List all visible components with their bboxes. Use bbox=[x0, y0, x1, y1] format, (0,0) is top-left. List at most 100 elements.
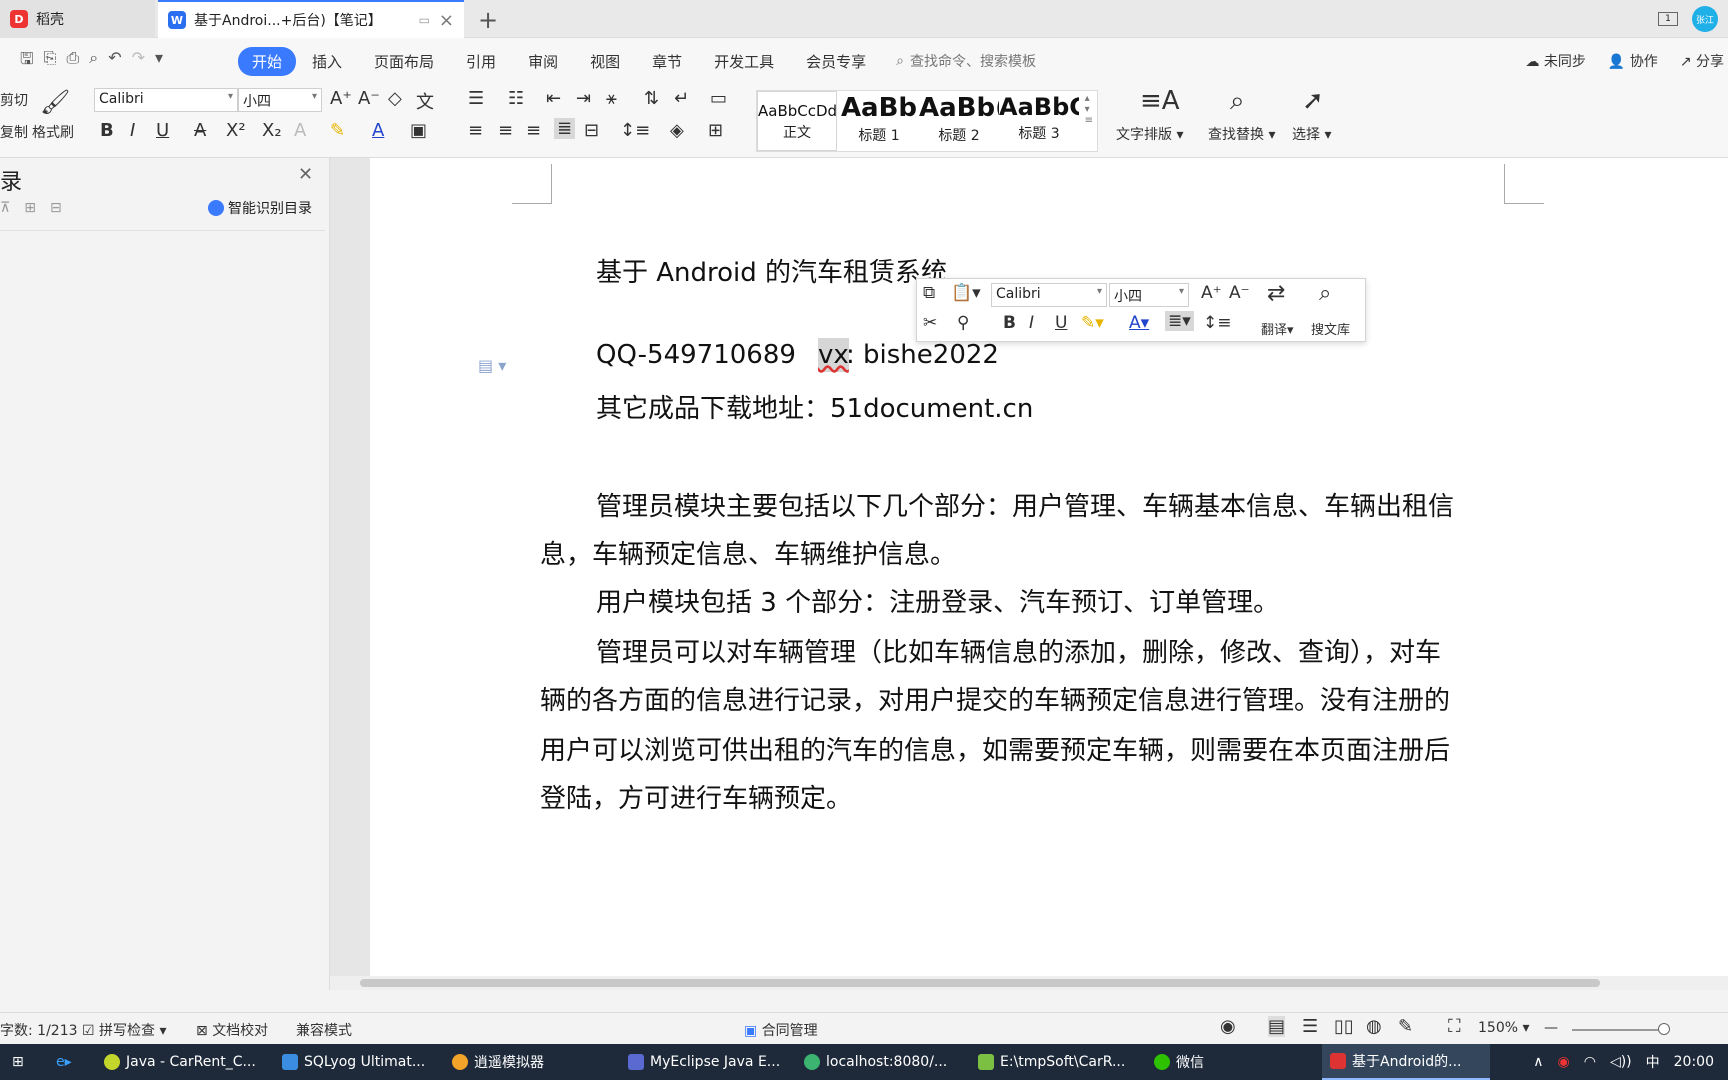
record-icon[interactable]: ◉ bbox=[1558, 1054, 1570, 1070]
tab-docer-home[interactable]: D 稻壳 bbox=[0, 0, 155, 38]
ie-icon[interactable]: e▸ bbox=[48, 1044, 80, 1080]
print-preview-icon[interactable]: ⌕ bbox=[89, 48, 98, 75]
taskbar-item-emulator[interactable]: 逍遥模拟器 bbox=[444, 1044, 552, 1080]
clear-format-icon[interactable]: ◇ bbox=[388, 88, 402, 109]
doc-para3-line1[interactable]: 管理员可以对车辆管理（比如车辆信息的添加，删除，修改、查询），对车 bbox=[596, 632, 1441, 669]
taskbar-item-java[interactable]: Java - CarRent_C... bbox=[96, 1044, 264, 1080]
decrease-indent-icon[interactable]: ⇤ bbox=[546, 88, 561, 109]
doc-para1-line1[interactable]: 管理员模块主要包括以下几个部分：用户管理、车辆基本信息、车辆出租信 bbox=[596, 486, 1454, 523]
highlight-icon[interactable]: ✎ bbox=[330, 120, 345, 141]
save-icon[interactable]: 🖫 bbox=[20, 48, 34, 75]
scrollbar-thumb[interactable] bbox=[360, 979, 1600, 987]
close-tab-icon[interactable]: × bbox=[439, 10, 454, 31]
style-normal[interactable]: AaBbCcDd 正文 bbox=[757, 91, 837, 151]
show-marks-icon[interactable]: ↵ bbox=[674, 88, 689, 109]
spell-check-button[interactable]: ☑ 拼写检查 ▾ bbox=[82, 1020, 167, 1040]
line-spacing-icon[interactable]: ↕≡ bbox=[620, 120, 650, 141]
taskbar-item-wps[interactable]: 基于Android的... bbox=[1322, 1044, 1490, 1080]
doc-para3-line2[interactable]: 辆的各方面的信息进行记录，对用户提交的车辆预定信息进行管理。没有注册的 bbox=[540, 680, 1450, 717]
format-painter-icon[interactable]: ⚲ bbox=[957, 313, 969, 333]
select-button[interactable]: 选择 ▾ bbox=[1292, 124, 1331, 144]
doc-download[interactable]: 其它成品下载地址：51document.cn bbox=[596, 388, 1033, 425]
style-heading-2[interactable]: AaBb( 标题 2 bbox=[919, 91, 999, 151]
align-icon[interactable]: ≣▾ bbox=[1165, 311, 1194, 331]
italic-icon[interactable]: I bbox=[130, 120, 135, 141]
underline-icon[interactable]: U bbox=[1055, 313, 1067, 333]
borders-icon[interactable]: ⊞ bbox=[708, 120, 723, 141]
font-color-icon[interactable]: A▾ bbox=[1129, 313, 1149, 333]
close-icon[interactable]: ✕ bbox=[298, 164, 313, 185]
paragraph-handle-icon[interactable]: ▤ ▾ bbox=[478, 356, 506, 375]
translate-icon[interactable]: ⇄ bbox=[1267, 281, 1285, 306]
tab-references[interactable]: 引用 bbox=[450, 47, 512, 76]
zoom-slider-thumb[interactable] bbox=[1658, 1023, 1670, 1035]
font-size-select[interactable]: 小四 bbox=[238, 88, 322, 112]
collapse-icon[interactable]: ⊼ bbox=[0, 200, 10, 216]
paste-icon[interactable]: 📋▾ bbox=[951, 283, 981, 303]
zoom-slider[interactable] bbox=[1572, 1023, 1670, 1035]
tab-page-layout[interactable]: 页面布局 bbox=[358, 47, 450, 76]
sync-button[interactable]: ☁ 未同步 bbox=[1525, 51, 1585, 71]
pin-icon[interactable]: ▭ bbox=[419, 13, 430, 27]
print-icon[interactable]: ⎙ bbox=[66, 48, 79, 75]
ruler-icon[interactable]: ▭ bbox=[710, 88, 727, 109]
task-view-icon[interactable]: ⊞ bbox=[4, 1044, 32, 1080]
superscript-icon[interactable]: X² bbox=[226, 120, 246, 141]
write-view-icon[interactable]: ✎ bbox=[1398, 1016, 1413, 1037]
doc-para1-line2[interactable]: 息，车辆预定信息、车辆维护信息。 bbox=[540, 534, 956, 571]
grow-font-icon[interactable]: A⁺ bbox=[330, 88, 352, 109]
style-heading-3[interactable]: AaBbC 标题 3 bbox=[999, 91, 1079, 151]
search-library-button[interactable]: 搜文库 bbox=[1311, 319, 1350, 338]
fit-page-icon[interactable]: ⛶ bbox=[1448, 1016, 1461, 1037]
taskbar-item-sqlyog[interactable]: SQLyog Ultimat... bbox=[274, 1044, 433, 1080]
taskbar-item-myeclipse[interactable]: MyEclipse Java E... bbox=[620, 1044, 788, 1080]
style-heading-1[interactable]: AaBb 标题 1 bbox=[839, 91, 919, 151]
format-painter-icon[interactable]: 🖌 bbox=[40, 88, 70, 116]
contract-button[interactable]: ▣ 合同管理 bbox=[744, 1020, 818, 1040]
mini-font-size-select[interactable]: 小四 bbox=[1109, 283, 1189, 307]
window-count-icon[interactable]: 1 bbox=[1658, 12, 1678, 26]
export-icon[interactable]: ⎘ bbox=[44, 48, 57, 75]
new-tab-button[interactable]: + bbox=[478, 6, 498, 34]
text-layout-button[interactable]: 文字排版 ▾ bbox=[1116, 124, 1183, 144]
add-heading-icon[interactable]: ⊞ bbox=[24, 200, 36, 216]
highlight-icon[interactable]: ✎▾ bbox=[1081, 313, 1104, 333]
doc-vx-selected[interactable]: vx bbox=[818, 338, 849, 372]
avatar[interactable]: 张江 bbox=[1692, 6, 1718, 32]
style-scroll-icon[interactable]: ▴ ▾ ≡ bbox=[1085, 93, 1093, 126]
tab-home[interactable]: 开始 bbox=[238, 46, 297, 76]
phonetic-icon[interactable]: 文 bbox=[416, 88, 434, 114]
doc-title[interactable]: 基于 Android 的汽车租赁系统 bbox=[596, 252, 947, 289]
text-layout-icon[interactable]: ≡A bbox=[1140, 86, 1180, 116]
clock[interactable]: 20:00 bbox=[1674, 1054, 1714, 1070]
tab-insert[interactable]: 插入 bbox=[296, 47, 358, 76]
remove-heading-icon[interactable]: ⊟ bbox=[50, 200, 62, 216]
translate-button[interactable]: 翻译▾ bbox=[1261, 319, 1294, 338]
doc-para3-line4[interactable]: 登陆，方可进行车辆预定。 bbox=[540, 778, 852, 815]
distributed-align-icon[interactable]: ⊟ bbox=[584, 120, 599, 141]
increase-indent-icon[interactable]: ⇥ bbox=[576, 88, 591, 109]
doc-proof-button[interactable]: ⊠ 文档校对 bbox=[196, 1020, 268, 1040]
copy-icon[interactable]: ⧉ bbox=[923, 283, 935, 303]
grow-font-icon[interactable]: A⁺ bbox=[1201, 283, 1222, 303]
outline-view-icon[interactable]: ☰ bbox=[1302, 1016, 1318, 1037]
web-view-icon[interactable]: ◍ bbox=[1366, 1016, 1382, 1037]
align-left-icon[interactable]: ≡ bbox=[468, 120, 483, 141]
smart-toc-button[interactable]: 智能识别目录 bbox=[208, 198, 312, 218]
horizontal-scrollbar[interactable] bbox=[330, 976, 1728, 990]
word-count[interactable]: 字数: 1/213 bbox=[0, 1020, 78, 1040]
share-button[interactable]: ↗ 分享 bbox=[1680, 51, 1724, 71]
numbering-icon[interactable]: ☷ bbox=[508, 88, 524, 109]
ime-indicator[interactable]: 中 bbox=[1646, 1052, 1660, 1072]
doc-para3-line3[interactable]: 用户可以浏览可供出租的汽车的信息，如需要预定车辆，则需要在本页面注册后 bbox=[540, 730, 1450, 767]
tab-review[interactable]: 审阅 bbox=[512, 47, 574, 76]
redo-icon[interactable]: ↷ bbox=[132, 48, 145, 75]
shading-icon[interactable]: ◈ bbox=[670, 120, 684, 141]
taskbar-item-explorer[interactable]: E:\tmpSoft\CarR... bbox=[970, 1044, 1133, 1080]
page-view-icon[interactable]: ▤ bbox=[1268, 1016, 1286, 1037]
doc-para2[interactable]: 用户模块包括 3 个部分：注册登录、汽车预订、订单管理。 bbox=[596, 582, 1279, 619]
volume-icon[interactable]: ◁)) bbox=[1610, 1054, 1632, 1070]
chevron-down-icon[interactable]: ▾ bbox=[155, 48, 163, 75]
text-effect-icon[interactable]: A bbox=[294, 120, 306, 141]
copy-button[interactable]: 复制 bbox=[0, 122, 28, 142]
